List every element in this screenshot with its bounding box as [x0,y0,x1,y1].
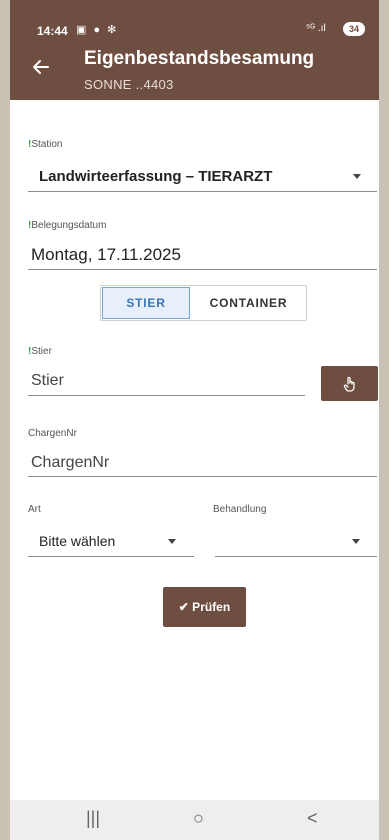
page-subtitle: SONNE ..4403 [84,77,174,92]
arrow-left-icon[interactable] [28,56,54,82]
system-nav-bar: ||| ○ < [10,800,379,840]
chevron-down-icon [168,539,176,544]
battery-icon: 34 [343,22,365,36]
art-select[interactable]: Bitte wählen [39,533,115,549]
station-underline [28,191,377,192]
belegungsdatum-field[interactable]: Montag, 17.11.2025 [31,245,181,265]
station-label: !Station [28,139,63,150]
chargennr-input[interactable]: ChargenNr [31,454,109,472]
app-bar: Eigenbestandsbesamung SONNE ..4403 [10,44,379,100]
chevron-down-icon [353,174,361,179]
belegungsdatum-label: !Belegungsdatum [28,220,107,231]
status-bar: 14:44 ▣ ● ✻ ⁵ᴳ .ıl 34 [10,0,379,44]
chevron-down-icon [352,539,360,544]
station-select[interactable]: Landwirteerfassung – TIERARZT [39,168,272,185]
chargennr-underline [28,476,377,477]
notification-icons: ▣ ● ✻ [76,24,119,36]
chargennr-label: ChargenNr [28,428,77,439]
hand-pointer-icon [343,377,355,392]
art-underline [28,556,194,557]
behandlung-label: Behandlung [213,504,267,515]
pruefen-button[interactable]: ✔ Prüfen [163,587,246,627]
back-icon[interactable]: < [307,808,318,829]
status-time: 14:44 [37,24,68,38]
belegungsdatum-underline [28,269,377,270]
behandlung-underline [215,556,377,557]
toggle-container-button[interactable]: CONTAINER [191,287,306,319]
stier-underline [28,395,305,396]
app-screen: 14:44 ▣ ● ✻ ⁵ᴳ .ıl 34 Eigenbestandsbesam… [10,0,379,840]
stier-container-toggle: STIER CONTAINER [100,285,307,321]
recents-icon[interactable]: ||| [86,808,100,829]
art-label: Art [28,504,41,515]
page-title: Eigenbestandsbesamung [84,48,315,69]
stier-input[interactable]: Stier [31,372,64,390]
stier-label: !Stier [28,346,52,357]
toggle-stier-button[interactable]: STIER [102,287,190,319]
signal-icon: ⁵ᴳ .ıl [306,23,326,34]
select-stier-button[interactable] [321,366,378,401]
home-icon[interactable]: ○ [193,808,204,829]
